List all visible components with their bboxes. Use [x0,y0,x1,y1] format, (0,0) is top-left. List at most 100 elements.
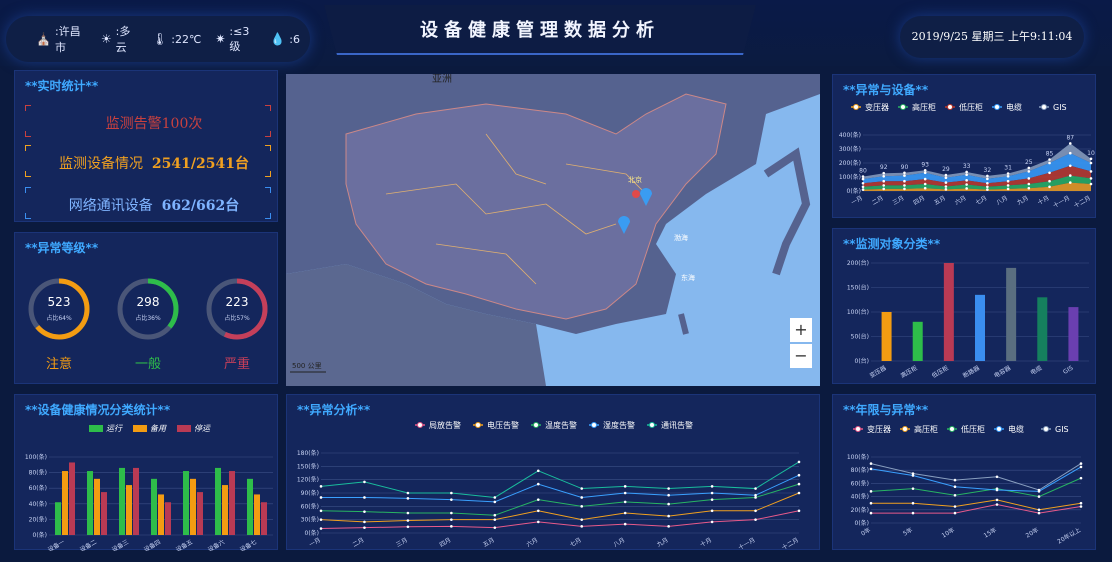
bar [197,492,203,535]
bar [62,471,68,535]
legend-marker [1043,426,1049,432]
x-tick-label: 20年 [1024,526,1040,540]
data-point [450,511,453,515]
data-point [319,518,323,521]
x-tick-label: 一月 [308,537,322,549]
x-tick-label: 十月 [699,536,713,549]
data-point [965,173,968,177]
legend-label: 电缆 [1008,424,1024,434]
x-tick-label: 设备六 [206,538,226,551]
data-point [406,525,410,529]
gauge-value: 298 [136,295,160,309]
corner-bracket [25,213,31,219]
data-point [903,184,906,187]
data-point [944,188,948,191]
net-label: 网络通讯设备 [68,198,153,214]
data-point [1068,174,1072,177]
abnormal-device-panel: **异常与设备** 变压器 高压柜 低压柜 电缆 GIS 400(条) 300(条) 200(… [832,74,1096,218]
data-point [953,505,957,508]
data-point [493,500,497,504]
data-point [363,480,366,484]
data-point [623,522,627,526]
corner-bracket [265,145,271,151]
data-label: 33 [963,163,971,170]
x-tick-label: 15年 [982,526,998,540]
corner-bracket [25,145,31,151]
legend-label: 低压柜 [959,102,983,112]
weather-text: :≤3级 [229,24,250,53]
health-class-panel: **设备健康情况分类统计** 运行 备用 停运 100(条) 80(条) 60(条) 40(… [14,394,278,551]
donghai-label: 东海 [681,273,695,282]
beijing-marker[interactable] [632,190,640,198]
data-point [754,493,757,497]
data-point [797,460,801,464]
data-label: 10 [1087,150,1095,157]
x-tick-label: 四月 [912,195,926,207]
data-point [754,496,757,499]
data-point [953,511,957,515]
data-point [869,462,873,465]
data-point [1006,172,1010,175]
y-tick-label: 60(条) [29,484,47,492]
gauge-percent: 占比57% [224,315,250,322]
y-tick-label: 100(条) [839,173,861,181]
x-tick-label: 八月 [995,195,1009,207]
data-point [406,491,410,495]
zoom-in-button[interactable]: + [790,318,812,342]
x-tick-label: 0年 [859,526,872,538]
line-series [320,492,800,523]
y-tick-label: 90(条) [301,489,319,497]
data-point [1048,171,1051,175]
zoom-out-button[interactable]: − [790,344,812,368]
y-tick-label: 100(台) [847,308,869,316]
drop-icon: 💧 [270,32,286,46]
data-point [797,473,801,477]
alarm-text: 监测告警100次 [105,116,203,132]
data-point [1089,177,1093,180]
abnormal-device-chart: 变压器 高压柜 低压柜 电缆 GIS 400(条) 300(条) 200(条) 100(条) 0(… [839,102,1095,210]
map-panel[interactable]: 亚洲 北京 渤海 东海 500 公里 + − [286,74,820,386]
data-point [580,518,584,521]
data-point [406,497,410,500]
y-tick-label: 60(条) [301,502,319,510]
data-point [882,187,886,191]
data-point [986,185,989,189]
data-point [450,525,453,528]
y-tick-label: 40(条) [29,500,47,508]
legend-label: 高压柜 [912,102,936,112]
x-tick-label: 八月 [612,537,626,549]
x-tick-label: 十二月 [780,536,800,551]
data-point [450,491,453,495]
x-tick-label: 设备五 [174,538,194,551]
gauge-percent: 占比36% [135,315,161,322]
abnormal-analysis-panel: **异常分析** 局放告警 电压告警 温度告警 湿度告警 通讯告警 180(条) 150(条… [286,394,820,551]
data-point [536,469,540,473]
data-label: 25 [1025,159,1033,166]
data-point [1079,476,1083,480]
legend-swatch [133,425,147,432]
legend-label: 局放告警 [429,420,461,430]
data-point [986,188,989,191]
data-point [1079,465,1083,469]
legend-label: 电缆 [1006,102,1022,112]
data-point [1006,187,1010,191]
bar [158,494,164,535]
device-stat: 监测设备情况 2541/2541台 [27,149,281,177]
x-tick-label: 设备七 [238,538,258,551]
page-title: 设备健康管理数据分析 [420,20,660,41]
x-tick-label: 三月 [892,195,906,207]
data-point [923,182,927,186]
data-point [536,520,540,524]
x-tick-label: 设备三 [110,538,130,551]
gauge-label: 严重 [223,357,250,372]
data-point [667,487,670,490]
data-point [623,511,627,515]
data-point [450,498,453,501]
data-point [363,510,366,513]
legend-label: 变压器 [867,424,891,434]
china-map[interactable]: 亚洲 北京 渤海 东海 500 公里 [286,74,820,386]
data-point [710,485,714,488]
data-point [493,513,497,517]
data-point [667,514,670,518]
bar [1037,297,1048,361]
